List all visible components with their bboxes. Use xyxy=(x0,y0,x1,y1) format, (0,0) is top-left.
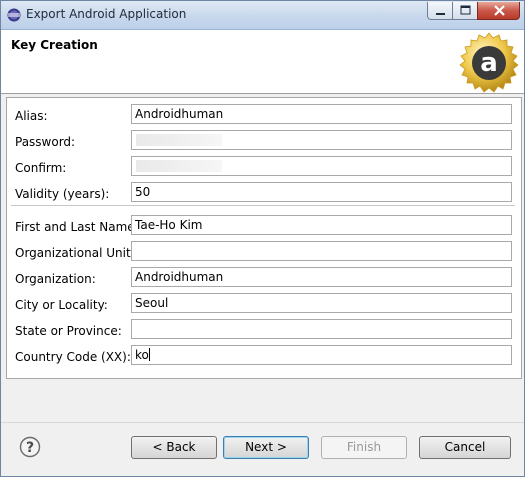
organization-label: Organization: xyxy=(15,272,96,286)
validity-input[interactable]: 50 xyxy=(131,182,512,202)
country-code-input[interactable]: ko xyxy=(131,345,512,365)
footer-separator xyxy=(1,422,524,423)
finish-button[interactable]: Finish xyxy=(321,436,407,459)
minimize-button[interactable] xyxy=(427,2,453,20)
logo-letter: a xyxy=(480,48,498,78)
window-title: Export Android Application xyxy=(26,7,187,21)
city-input[interactable]: Seoul xyxy=(131,293,512,313)
alias-input[interactable]: Androidhuman xyxy=(131,104,512,124)
state-label: State or Province: xyxy=(15,324,122,338)
text-caret xyxy=(148,348,150,361)
android-logo-icon: a xyxy=(459,32,519,93)
city-label: City or Locality: xyxy=(15,298,108,312)
country-code-value: ko xyxy=(135,348,149,362)
back-button[interactable]: < Back xyxy=(131,436,217,459)
help-icon[interactable]: ? xyxy=(19,436,41,458)
close-icon xyxy=(494,5,505,16)
organization-input[interactable]: Androidhuman xyxy=(131,267,512,287)
confirm-label: Confirm: xyxy=(15,161,67,175)
alias-label: Alias: xyxy=(15,109,48,123)
state-input[interactable] xyxy=(131,319,512,339)
page-title: Key Creation xyxy=(11,38,98,52)
export-dialog: Export Android Application Key Creation xyxy=(0,0,525,477)
eclipse-icon xyxy=(7,8,21,22)
password-label: Password: xyxy=(15,135,76,149)
org-unit-label: Organizational Unit: xyxy=(15,246,135,260)
confirm-input[interactable] xyxy=(131,156,512,176)
country-code-label: Country Code (XX): xyxy=(15,350,131,364)
wizard-banner: Key Creation a xyxy=(1,30,524,94)
form-separator xyxy=(11,205,515,206)
name-input[interactable]: Tae-Ho Kim xyxy=(131,215,512,235)
svg-text:?: ? xyxy=(26,440,34,456)
name-label: First and Last Name: xyxy=(15,220,139,234)
maximize-button[interactable] xyxy=(452,2,478,20)
next-button[interactable]: Next > xyxy=(223,436,309,459)
close-button[interactable] xyxy=(477,2,520,20)
cancel-button[interactable]: Cancel xyxy=(419,436,511,459)
minimize-icon xyxy=(436,13,445,15)
org-unit-input[interactable] xyxy=(131,241,512,261)
maximize-icon xyxy=(460,5,471,15)
password-input[interactable] xyxy=(131,130,512,150)
key-form: Alias: Androidhuman Password: Confirm: V… xyxy=(6,97,522,379)
validity-label: Validity (years): xyxy=(15,187,110,201)
title-bar: Export Android Application xyxy=(1,1,524,30)
